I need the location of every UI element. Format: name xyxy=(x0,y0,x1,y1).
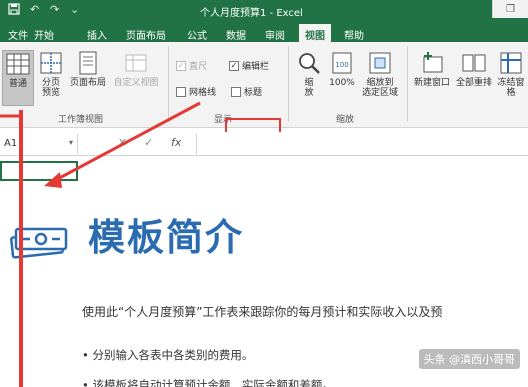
annotation-arrow xyxy=(0,101,201,188)
